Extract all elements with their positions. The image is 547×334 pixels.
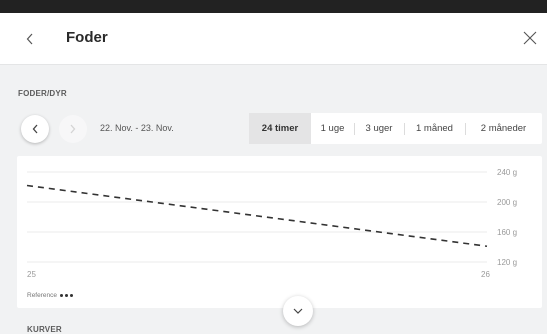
x-tick-label: 26 <box>481 270 490 279</box>
expand-button[interactable] <box>283 296 313 326</box>
chevron-left-icon <box>32 124 38 134</box>
series-line-reference <box>26 184 488 248</box>
header: Foder <box>0 13 547 65</box>
close-icon <box>523 31 537 45</box>
top-bar <box>0 0 547 13</box>
y-tick-label: 240 g <box>497 168 517 177</box>
back-button[interactable] <box>20 27 40 51</box>
tab-24-timer[interactable]: 24 timer <box>249 113 311 144</box>
period-tabs: 24 timer 1 uge 3 uger 1 måned 2 måneder <box>249 113 542 144</box>
tab-3-uger[interactable]: 3 uger <box>354 113 404 144</box>
tab-1-maaned[interactable]: 1 måned <box>404 113 465 144</box>
x-tick-label: 25 <box>27 270 36 279</box>
page-title: Foder <box>66 29 108 46</box>
y-tick-label: 160 g <box>497 228 517 237</box>
dotted-line-icon <box>60 294 73 297</box>
tab-2-maaneder[interactable]: 2 måneder <box>465 113 542 144</box>
next-period-button[interactable] <box>59 115 87 143</box>
legend-label: Reference <box>27 292 57 299</box>
chevron-left-icon <box>26 33 33 45</box>
chart-card: 240 g 200 g 160 g 120 g 25 26 <box>17 156 542 308</box>
feed-chart: 240 g 200 g 160 g 120 g 25 26 <box>26 168 517 279</box>
chevron-right-icon <box>70 124 76 134</box>
section-label-foder-dyr: FODER/DYR <box>18 89 67 98</box>
close-button[interactable] <box>519 26 541 50</box>
chart-legend: Reference <box>27 292 73 299</box>
previous-period-button[interactable] <box>21 115 49 143</box>
tab-1-uge[interactable]: 1 uge <box>311 113 354 144</box>
chevron-down-icon <box>293 308 303 314</box>
y-tick-label: 120 g <box>497 258 517 267</box>
y-tick-label: 200 g <box>497 198 517 207</box>
section-label-kurver: KURVER <box>27 325 62 334</box>
date-range: 22. Nov. - 23. Nov. <box>100 123 174 133</box>
